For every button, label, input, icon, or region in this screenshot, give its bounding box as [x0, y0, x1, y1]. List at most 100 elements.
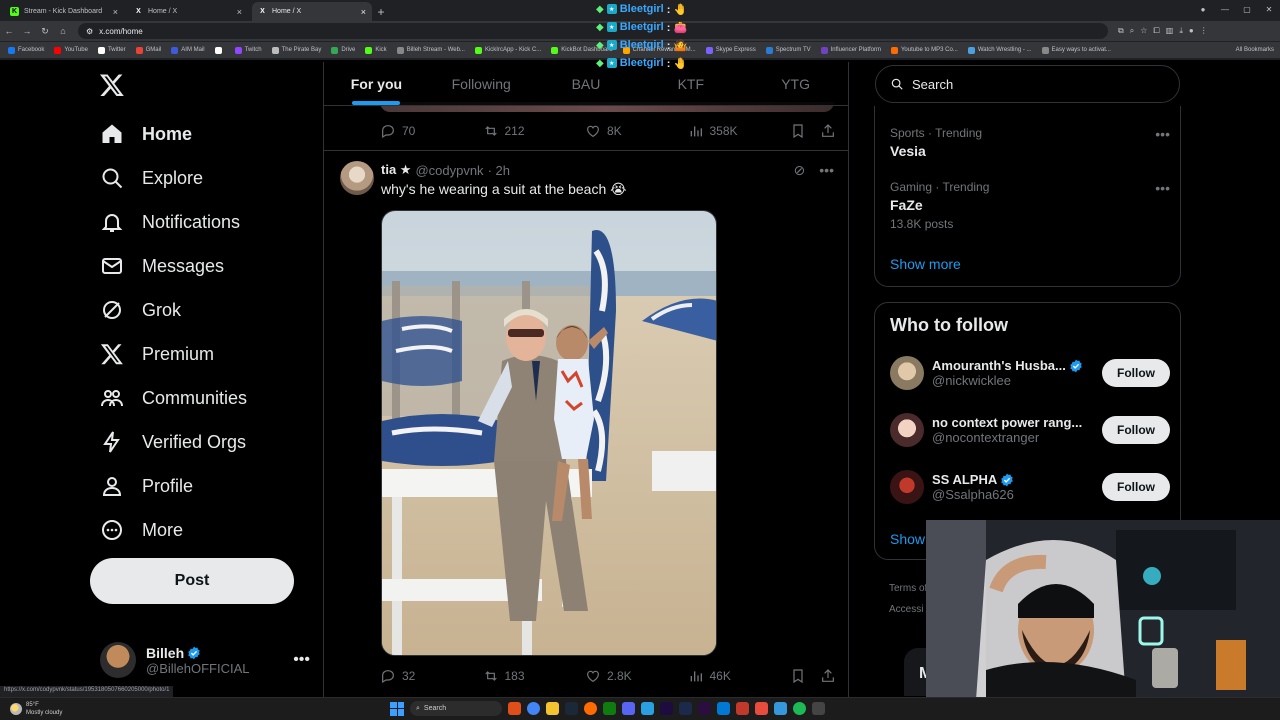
tweet-author-name[interactable]: tia ★: [381, 162, 411, 178]
nav-item-home[interactable]: Home: [100, 114, 192, 154]
repost-button[interactable]: 212: [483, 123, 586, 139]
follow-button[interactable]: Follow: [1102, 359, 1170, 387]
bookmark-item[interactable]: Twitch: [234, 46, 262, 54]
steam-icon[interactable]: [565, 702, 578, 715]
site-info-icon[interactable]: ⚙: [86, 27, 93, 36]
show-more-link[interactable]: Show more: [890, 256, 961, 272]
views-button[interactable]: 358K: [688, 123, 791, 139]
bookmark-item[interactable]: Watch Wrestling - ...: [967, 46, 1032, 54]
share-icon[interactable]: [820, 668, 836, 684]
install-icon[interactable]: ⧉: [1118, 26, 1124, 36]
maximize-icon[interactable]: ▢: [1236, 0, 1258, 18]
avatar-icon[interactable]: ●: [1189, 26, 1194, 36]
bookmark-item[interactable]: The Pirate Bay: [271, 46, 321, 54]
after-effects-icon[interactable]: [660, 702, 673, 715]
new-tab-button[interactable]: +: [372, 3, 390, 21]
discord-icon[interactable]: [622, 702, 635, 715]
home-browser-icon[interactable]: ⌂: [54, 26, 72, 36]
bookmark-icon[interactable]: [790, 668, 806, 684]
taskbar-app-icon[interactable]: [641, 702, 654, 715]
nav-item-messages[interactable]: Messages: [100, 246, 224, 286]
forward-icon[interactable]: →: [18, 26, 36, 36]
taskbar-app-icon[interactable]: [508, 702, 521, 715]
reload-icon[interactable]: ↻: [36, 26, 54, 37]
footer-link[interactable]: Accessi: [889, 599, 927, 620]
all-bookmarks-button[interactable]: All Bookmarks: [1236, 47, 1280, 53]
views-button[interactable]: 46K: [688, 668, 791, 684]
x-logo-icon[interactable]: [99, 72, 125, 98]
like-button[interactable]: 2.8K: [585, 668, 688, 684]
browser-tab-kick[interactable]: K Stream - Kick Dashboard ×: [4, 2, 124, 21]
firefox-icon[interactable]: [584, 702, 597, 715]
browser-tab-x-active[interactable]: X Home / X ×: [252, 2, 372, 21]
menu-icon[interactable]: ⋮: [1200, 26, 1208, 36]
edge-icon[interactable]: [717, 702, 730, 715]
tweet-time[interactable]: · 2h: [488, 163, 510, 178]
tweet-author-avatar[interactable]: [340, 161, 374, 195]
bookmark-item[interactable]: Billeh Stream - Web...: [396, 46, 465, 54]
footer-link[interactable]: Terms of: [889, 578, 927, 599]
profile-icon[interactable]: ●: [1192, 0, 1214, 18]
more-icon[interactable]: •••: [1155, 180, 1170, 196]
tweet-photo[interactable]: [381, 210, 717, 656]
bookmark-item[interactable]: Youtube to MP3 Co...: [890, 46, 958, 54]
sidebar-icon[interactable]: ▥: [1166, 26, 1174, 36]
tab-for-you[interactable]: For you: [324, 62, 429, 105]
bookmark-item[interactable]: KickIrcApp - Kick C...: [474, 46, 541, 54]
bookmark-item[interactable]: YouTube: [54, 46, 88, 54]
follow-suggestion[interactable]: no context power rang... @nocontextrange…: [890, 410, 1170, 450]
bookmark-item[interactable]: [214, 46, 225, 54]
bookmark-item[interactable]: Drive: [331, 46, 355, 54]
bookmark-item[interactable]: AIM Mail: [171, 46, 205, 54]
tweet-author-handle[interactable]: @codypvnk: [415, 163, 483, 178]
nav-item-grok[interactable]: Grok: [100, 290, 181, 330]
nav-item-communities[interactable]: Communities: [100, 378, 247, 418]
follow-button[interactable]: Follow: [1102, 473, 1170, 501]
xbox-icon[interactable]: [603, 702, 616, 715]
taskbar-app-icon[interactable]: [736, 702, 749, 715]
taskbar-app-icon[interactable]: [755, 702, 768, 715]
back-icon[interactable]: ←: [0, 26, 18, 36]
taskbar-app-icon[interactable]: [812, 702, 825, 715]
tab-following[interactable]: Following: [429, 62, 534, 105]
bookmark-item[interactable]: Influencer Platform: [820, 46, 881, 54]
trend-item[interactable]: Gaming · Trending FaZe 13.8K posts •••: [890, 180, 1170, 231]
more-icon[interactable]: •••: [293, 651, 310, 669]
close-icon[interactable]: ×: [113, 7, 118, 17]
close-window-icon[interactable]: ✕: [1258, 0, 1280, 18]
download-icon[interactable]: ⤓: [1179, 26, 1183, 36]
bookmark-item[interactable]: Spectrum TV: [765, 46, 811, 54]
bookmark-icon[interactable]: [790, 123, 806, 139]
nav-item-profile[interactable]: Profile: [100, 466, 193, 506]
nav-item-verified-orgs[interactable]: Verified Orgs: [100, 422, 246, 462]
account-switcher[interactable]: Billeh @BillehOFFICIAL •••: [100, 638, 310, 682]
grok-icon[interactable]: ⊘: [794, 162, 806, 179]
bookmark-item[interactable]: Kick: [365, 46, 387, 54]
bookmark-item[interactable]: Easy ways to activat...: [1041, 46, 1111, 54]
nav-item-more[interactable]: More: [100, 510, 183, 550]
follow-suggestion[interactable]: Amouranth's Husba... @nickwicklee Follow: [890, 353, 1170, 393]
chrome-icon[interactable]: [527, 702, 540, 715]
tab-ytg[interactable]: YTG: [743, 62, 848, 105]
show-more-link[interactable]: Show: [890, 531, 925, 547]
nav-item-premium[interactable]: Premium: [100, 334, 214, 374]
bookmark-item[interactable]: GMail: [135, 46, 161, 54]
close-icon[interactable]: ×: [361, 7, 366, 17]
spotify-icon[interactable]: [793, 702, 806, 715]
photoshop-icon[interactable]: [679, 702, 692, 715]
nav-item-notifications[interactable]: Notifications: [100, 202, 240, 242]
bookmark-item[interactable]: Facebook: [8, 46, 44, 54]
reply-button[interactable]: 32: [380, 668, 483, 684]
share-icon[interactable]: [820, 123, 836, 139]
minimize-icon[interactable]: —: [1214, 0, 1236, 18]
bookmark-item[interactable]: Skype Express: [705, 46, 756, 54]
close-icon[interactable]: ×: [237, 7, 242, 17]
url-input[interactable]: ⚙ x.com/home: [78, 23, 1108, 39]
post-button[interactable]: Post: [90, 558, 294, 604]
like-button[interactable]: 8K: [585, 123, 688, 139]
zoom-icon[interactable]: ⌕: [1130, 26, 1134, 36]
taskbar-search[interactable]: ⌕ Search: [410, 701, 502, 716]
extensions-icon[interactable]: ⧠: [1153, 26, 1159, 36]
windows-start-icon[interactable]: [390, 701, 404, 716]
bookmark-item[interactable]: Twitter: [97, 46, 126, 54]
